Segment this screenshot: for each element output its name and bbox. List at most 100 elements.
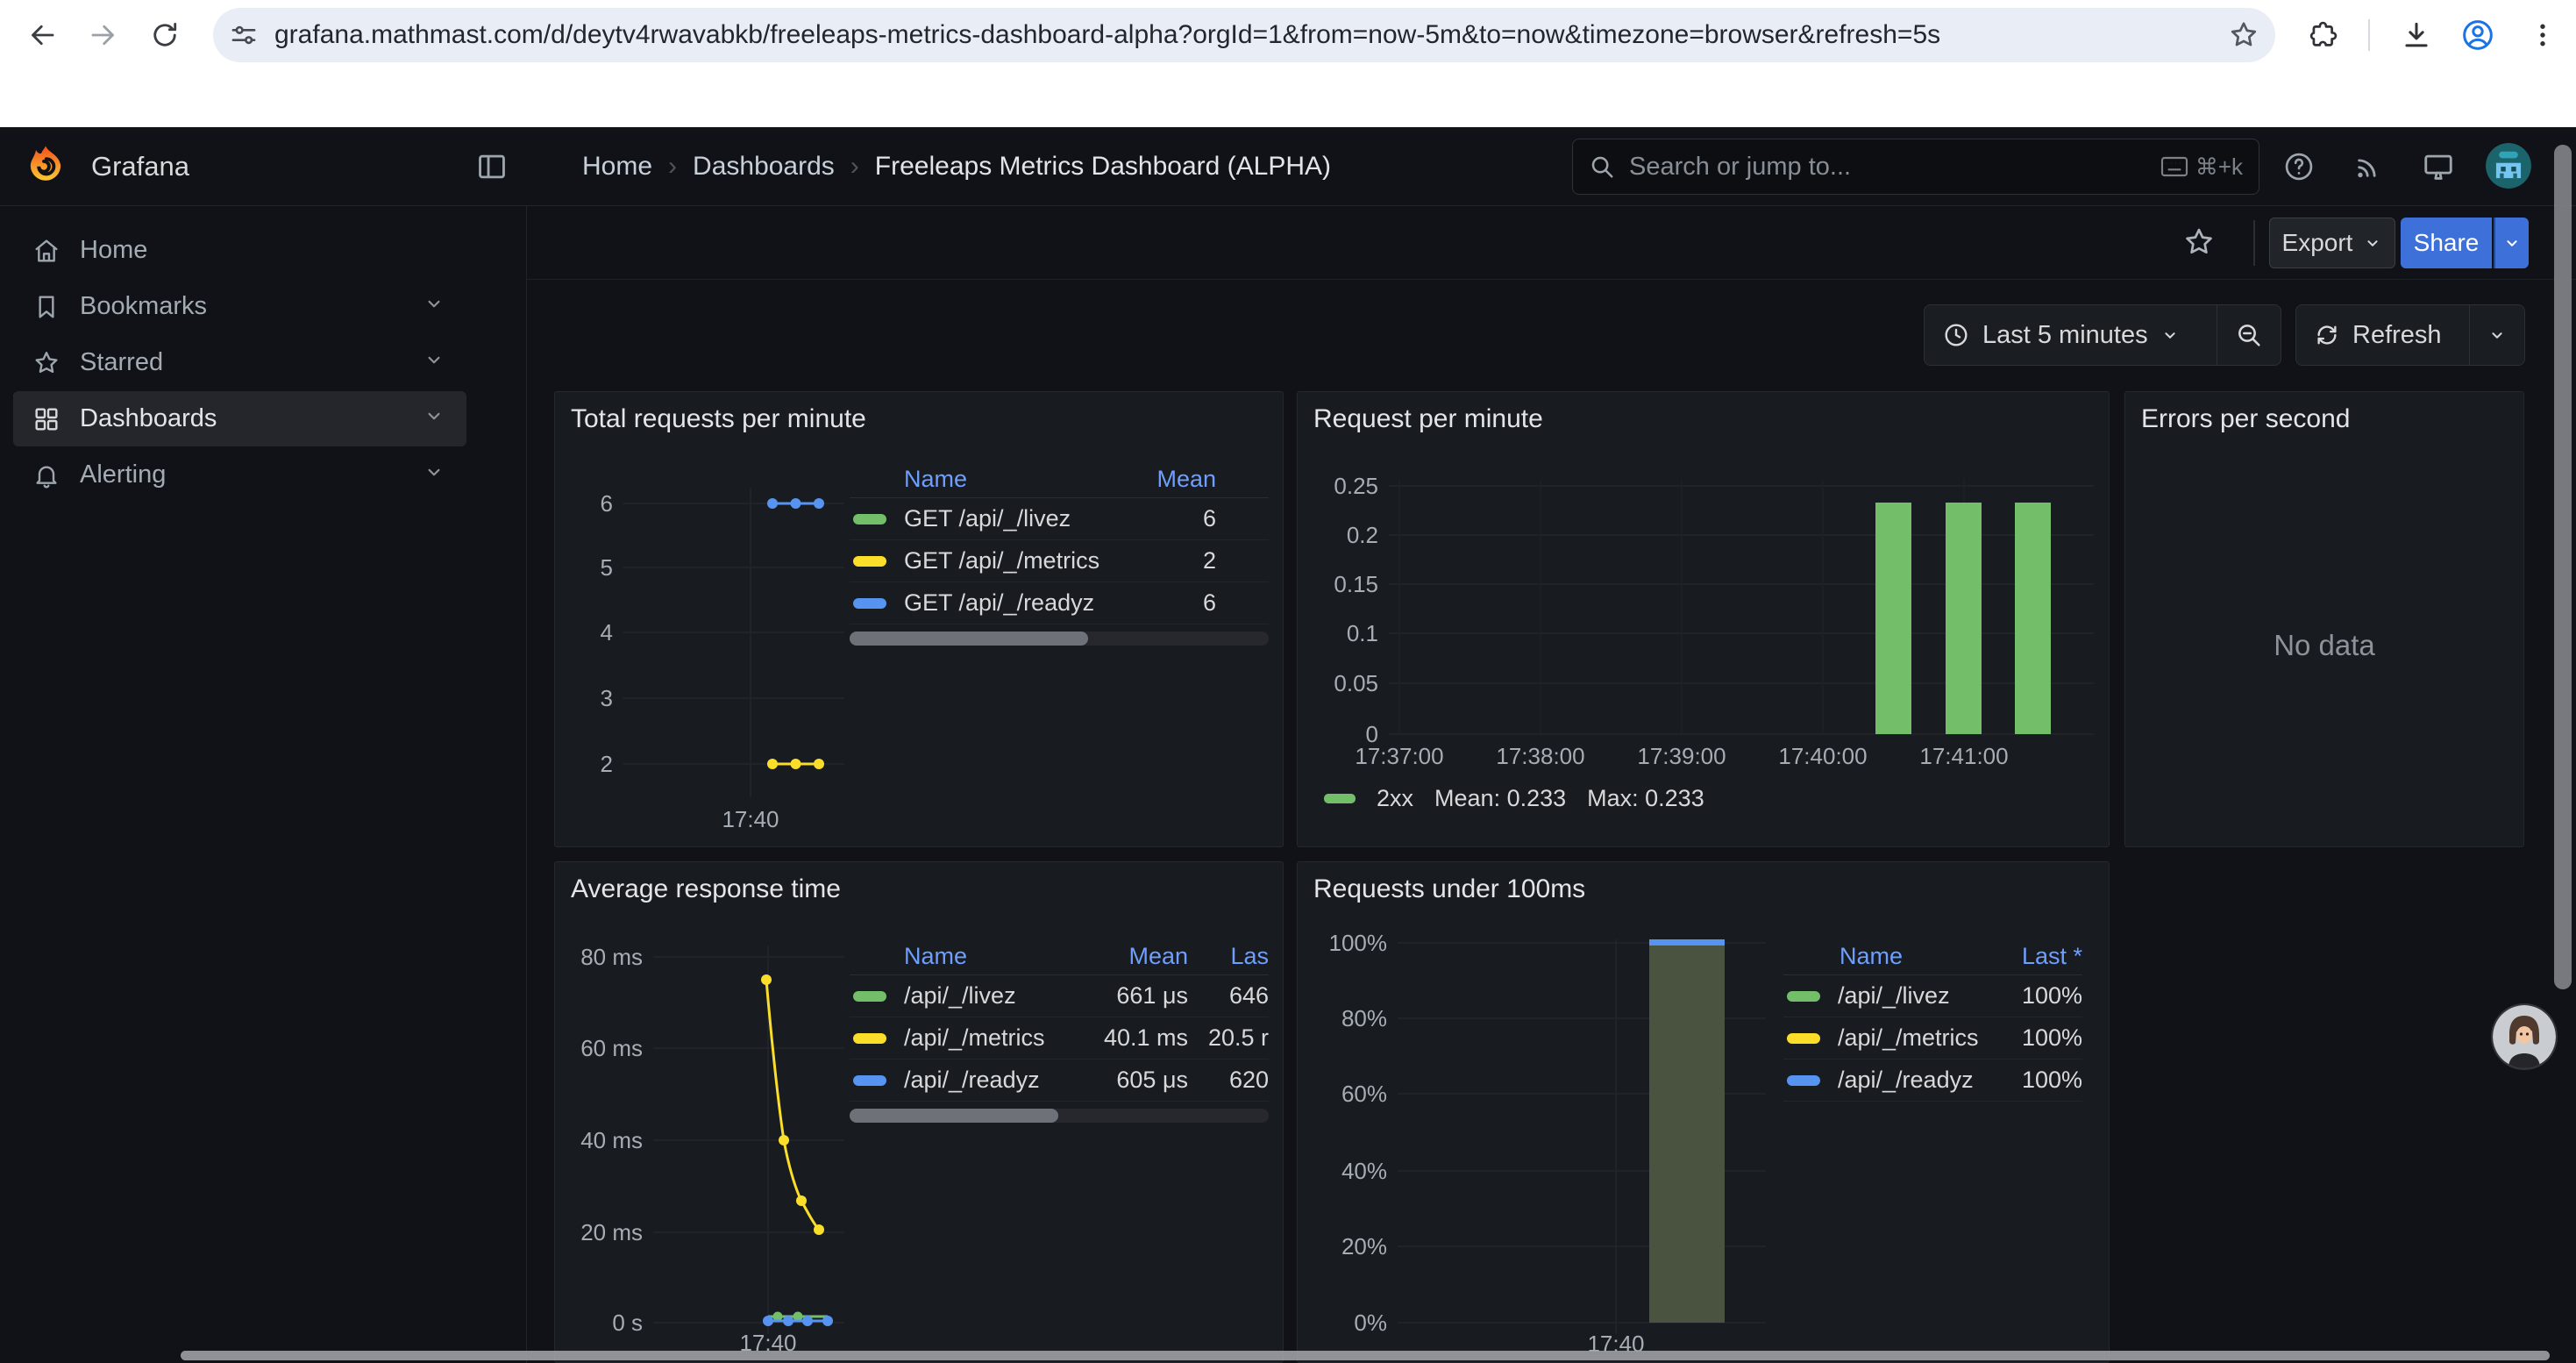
chevron-down-icon <box>2160 325 2180 345</box>
export-button[interactable]: Export <box>2269 218 2395 268</box>
legend-row[interactable]: /api/_/readyz 605 μs 620 <box>850 1060 1269 1102</box>
series-swatch-blue <box>853 1075 886 1086</box>
series-mean: 6 <box>1111 589 1216 617</box>
x-tick-label: 17:40:00 <box>1778 743 1867 769</box>
sidebar-item-home[interactable]: Home <box>13 223 466 278</box>
avatar-image <box>2486 143 2531 189</box>
breadcrumb-separator: › <box>850 152 859 182</box>
y-tick-label: 60% <box>1341 1081 1387 1107</box>
series-name: GET /api/_/metrics <box>904 547 1111 574</box>
chevron-down-icon <box>423 292 445 322</box>
vertical-scrollbar-thumb[interactable] <box>2554 145 2572 989</box>
time-range-label: Last 5 minutes <box>1982 321 2148 350</box>
search-box[interactable]: ⌘+k <box>1572 139 2259 195</box>
legend-col-last[interactable]: Last * <box>1986 943 2082 970</box>
sidebar-toggle-button[interactable] <box>473 148 510 185</box>
sidebar-item-bookmarks[interactable]: Bookmarks <box>13 279 466 334</box>
browser-back-button[interactable] <box>25 18 60 53</box>
legend-row[interactable]: /api/_/livez 100% <box>1783 975 2082 1017</box>
legend-col-last[interactable]: Las <box>1188 943 1269 970</box>
search-input[interactable] <box>1627 152 2148 182</box>
legend-row[interactable]: GET /api/_/livez 6 <box>850 498 1269 540</box>
legend-row[interactable]: /api/_/metrics 100% <box>1783 1017 2082 1060</box>
sidebar-item-label: Starred <box>80 348 163 377</box>
breadcrumb-dashboards[interactable]: Dashboards <box>693 152 835 182</box>
sidebar-item-alerting[interactable]: Alerting <box>13 447 466 503</box>
dashboards-grid-icon <box>13 405 80 433</box>
legend-col-mean[interactable]: Mean <box>1111 466 1216 493</box>
series-last: 100% <box>1986 1067 2082 1094</box>
chevron-down-icon <box>2363 233 2382 253</box>
refresh-button[interactable]: Refresh <box>2296 305 2469 365</box>
reload-icon <box>149 19 181 51</box>
legend-col-name[interactable]: Name <box>1839 943 1986 970</box>
profile-icon <box>2460 18 2495 53</box>
favorite-dashboard-button[interactable] <box>2180 223 2218 261</box>
floating-assistant-avatar[interactable] <box>2493 1005 2556 1068</box>
breadcrumb-current: Freeleaps Metrics Dashboard (ALPHA) <box>875 152 1331 182</box>
time-range-picker[interactable]: Last 5 minutes <box>1925 305 2217 365</box>
series-name: /api/_/readyz <box>904 1067 1065 1094</box>
legend-header: Name Last * <box>1783 938 2082 975</box>
legend-row[interactable]: GET /api/_/readyz 6 <box>850 582 1269 624</box>
breadcrumb-separator: › <box>668 152 677 182</box>
actions-divider <box>2253 220 2255 266</box>
bookmark-star-icon[interactable] <box>2228 19 2259 51</box>
zoom-out-button[interactable] <box>2217 305 2281 365</box>
series-mean: 6 <box>1111 505 1216 532</box>
clock-icon <box>1942 321 1970 349</box>
share-button[interactable]: Share <box>2401 218 2492 268</box>
y-tick-label: 80% <box>1341 1005 1387 1031</box>
url-input[interactable] <box>273 19 2228 51</box>
breadcrumb: Home › Dashboards › Freeleaps Metrics Da… <box>582 127 1331 205</box>
news-button[interactable] <box>2350 148 2387 185</box>
user-avatar[interactable] <box>2486 143 2531 189</box>
breadcrumb-home[interactable]: Home <box>582 152 652 182</box>
star-icon <box>2182 225 2216 259</box>
legend-scrollbar[interactable] <box>850 632 1269 646</box>
back-arrow-icon <box>26 19 58 51</box>
panel-average-response-time: Average response time 80 ms 60 ms 40 ms … <box>554 861 1284 1363</box>
legend-table: Name Last * /api/_/livez 100% /api/_/met… <box>1783 938 2082 1102</box>
bar-2xx <box>1946 503 1982 734</box>
downloads-button[interactable] <box>2399 18 2434 53</box>
scrollbar-thumb[interactable] <box>850 632 1088 646</box>
browser-menu-button[interactable] <box>2525 18 2560 53</box>
y-tick-label: 0.1 <box>1347 620 1378 646</box>
legend-row[interactable]: GET /api/_/metrics 2 <box>850 540 1269 582</box>
sidebar-item-starred[interactable]: Starred <box>13 335 466 390</box>
legend-col-name[interactable]: Name <box>904 466 1111 493</box>
panel-title[interactable]: Errors per second <box>2141 404 2350 434</box>
keyboard-icon <box>2160 156 2188 177</box>
legend-col-mean[interactable]: Mean <box>1065 943 1188 970</box>
legend-row[interactable]: /api/_/livez 661 μs 646 <box>850 975 1269 1017</box>
extensions-button[interactable] <box>2306 18 2341 53</box>
kiosk-mode-button[interactable] <box>2420 148 2457 185</box>
chevron-down-icon <box>423 460 445 490</box>
horizontal-scrollbar-thumb[interactable] <box>181 1351 2550 1360</box>
sidebar-item-dashboards[interactable]: Dashboards <box>13 391 466 446</box>
legend-row[interactable]: /api/_/readyz 100% <box>1783 1060 2082 1102</box>
browser-profile-button[interactable] <box>2460 18 2495 53</box>
y-tick-label: 2 <box>601 751 613 777</box>
scrollbar-thumb[interactable] <box>850 1109 1058 1123</box>
legend-row[interactable]: /api/_/metrics 40.1 ms 20.5 r <box>850 1017 1269 1060</box>
series-name[interactable]: 2xx <box>1377 785 1413 812</box>
site-settings-icon[interactable] <box>229 20 259 50</box>
omnibox[interactable] <box>213 8 2275 62</box>
legend-scrollbar[interactable] <box>850 1109 1269 1123</box>
help-button[interactable] <box>2281 148 2317 185</box>
monitor-icon <box>2422 150 2455 183</box>
share-menu-button[interactable] <box>2494 218 2529 268</box>
browser-reload-button[interactable] <box>147 18 182 53</box>
grafana-logo[interactable] <box>23 143 68 189</box>
sidebar-item-label: Alerting <box>80 460 166 489</box>
series-swatch-yellow <box>853 556 886 567</box>
home-icon <box>13 237 80 265</box>
y-tick-label: 0.05 <box>1334 670 1378 696</box>
browser-forward-button[interactable] <box>86 18 121 53</box>
legend-col-name[interactable]: Name <box>904 943 1065 970</box>
chevron-down-icon <box>2487 325 2507 345</box>
refresh-interval-button[interactable] <box>2470 305 2524 365</box>
series-swatch-blue <box>853 598 886 609</box>
